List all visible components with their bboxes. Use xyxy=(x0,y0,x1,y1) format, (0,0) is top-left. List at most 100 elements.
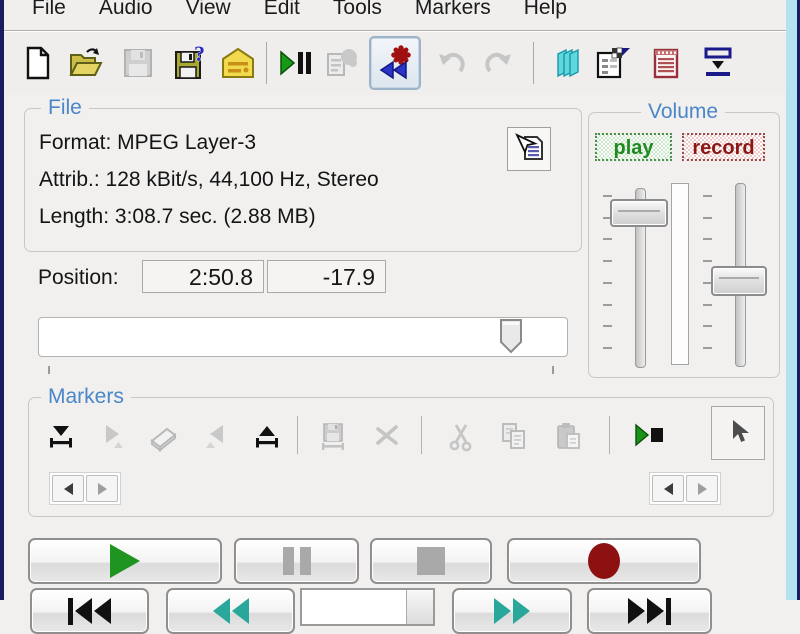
fast-forward-button[interactable] xyxy=(452,588,572,634)
markers-groupbox: Markers xyxy=(28,385,774,517)
batch-list-button[interactable] xyxy=(218,41,258,85)
file-group-legend: File xyxy=(41,96,89,120)
forward-teal-icon xyxy=(494,598,511,624)
file-length-line: Length: 3:08.7 sec. (2.88 MB) xyxy=(39,205,316,228)
id3-notepad-button[interactable] xyxy=(646,41,686,85)
window-border-left xyxy=(0,0,4,600)
end-bar-icon xyxy=(666,597,671,625)
paste-button xyxy=(551,418,587,454)
play-pause-icon xyxy=(280,50,311,76)
delete-x-icon-disabled xyxy=(376,425,398,445)
play-pause-button[interactable] xyxy=(275,41,315,85)
menu-markers[interactable]: Markers xyxy=(415,0,491,22)
position-label: Position: xyxy=(38,266,119,289)
dock-bottom-icon xyxy=(704,47,732,76)
nudge-left-button[interactable] xyxy=(652,475,684,502)
play-button[interactable] xyxy=(28,538,222,584)
right-triangle-icon xyxy=(97,482,107,495)
record-button[interactable] xyxy=(507,538,701,584)
file-info-button[interactable] xyxy=(507,127,551,171)
marker-drop-icon xyxy=(50,426,72,448)
prev-marker-icon-disabled xyxy=(206,425,223,448)
save-selection-button xyxy=(315,418,351,454)
record-volume-slider-thumb[interactable] xyxy=(711,266,767,296)
file-info-cursor-icon xyxy=(515,133,543,160)
volume-groupbox: Volume play record xyxy=(588,100,780,378)
open-folder-icon xyxy=(69,48,103,76)
nudge-right-button[interactable] xyxy=(86,475,118,502)
left-triangle-icon xyxy=(663,482,673,495)
erase-marker-button xyxy=(146,418,182,454)
rewind-button[interactable] xyxy=(166,588,295,634)
red-notepad-icon xyxy=(653,48,679,79)
menu-file[interactable]: File xyxy=(32,0,66,22)
prev-marker-button xyxy=(198,418,234,454)
settings-button[interactable] xyxy=(592,41,632,85)
position-level-field[interactable]: -17.9 xyxy=(267,260,386,293)
menu-tools[interactable]: Tools xyxy=(333,0,382,22)
copy-icon-disabled xyxy=(502,423,525,449)
scissors-icon-disabled xyxy=(449,424,472,452)
menu-view[interactable]: View xyxy=(186,0,231,22)
main-panel: File Format: MPEG Layer-3 Attrib.: 128 k… xyxy=(4,94,786,634)
nudge-right-button[interactable] xyxy=(686,475,718,502)
toolbar-separator xyxy=(533,42,534,84)
add-marker-button[interactable] xyxy=(43,418,79,454)
position-slider-thumb[interactable] xyxy=(498,318,524,360)
rewind-teal-icon xyxy=(212,598,230,624)
menu-bar: File Audio View Edit Tools Markers Help xyxy=(4,0,786,31)
right-triangle-icon xyxy=(697,482,707,495)
svg-text:?: ? xyxy=(194,44,205,66)
volume-group-legend: Volume xyxy=(641,100,726,124)
new-file-button[interactable] xyxy=(18,41,58,85)
cursor-mode-button[interactable] xyxy=(711,406,765,460)
file-attrib-line: Attrib.: 128 kBit/s, 44,100 Hz, Stereo xyxy=(39,168,379,191)
save-floppy-icon-disabled xyxy=(124,49,152,77)
cyan-layers-icon xyxy=(557,48,579,78)
undo-icon-disabled xyxy=(439,52,465,73)
menu-audio[interactable]: Audio xyxy=(99,0,153,22)
pause-icon xyxy=(299,547,311,575)
position-time-field[interactable]: 2:50.8 xyxy=(142,260,264,293)
record-icon xyxy=(588,543,620,579)
save-as-floppy-question-icon: ? xyxy=(175,44,205,79)
stop-icon xyxy=(417,547,445,575)
next-marker-icon-disabled xyxy=(106,425,123,448)
window-border-right xyxy=(786,0,797,600)
file-format-line: Format: MPEG Layer-3 xyxy=(39,131,257,154)
redo-icon-disabled xyxy=(485,52,511,73)
menu-help[interactable]: Help xyxy=(524,0,567,22)
slider-end-tick xyxy=(48,366,50,374)
file-properties-button xyxy=(321,41,361,85)
vu-meter-button[interactable] xyxy=(548,41,588,85)
forward-triangle-icon xyxy=(628,598,645,624)
pause-button[interactable] xyxy=(234,538,359,584)
record-rewind-icon xyxy=(379,45,411,80)
skip-to-end-button[interactable] xyxy=(587,588,712,634)
combo-dropdown-button[interactable] xyxy=(406,590,433,624)
skip-to-start-button[interactable] xyxy=(30,588,149,634)
markers-separator xyxy=(297,416,298,454)
play-volume-slider-thumb[interactable] xyxy=(610,199,668,227)
save-as-button[interactable]: ? xyxy=(170,41,210,85)
main-toolbar: ? xyxy=(4,31,786,95)
forward-triangle-icon xyxy=(647,598,664,624)
delete-selection-button xyxy=(369,418,405,454)
start-bar-icon xyxy=(68,597,73,625)
dock-layout-button[interactable] xyxy=(698,41,738,85)
nudge-left-button[interactable] xyxy=(52,475,84,502)
play-selection-button[interactable] xyxy=(631,418,667,454)
open-file-button[interactable] xyxy=(66,41,106,85)
menu-edit[interactable]: Edit xyxy=(264,0,300,22)
speed-combo[interactable] xyxy=(300,588,435,626)
eraser-icon-disabled xyxy=(150,427,177,452)
position-slider-track[interactable] xyxy=(38,317,568,357)
pop-marker-button[interactable] xyxy=(249,418,285,454)
arrow-cursor-icon xyxy=(733,420,749,442)
undo-button xyxy=(431,41,471,85)
play-to-end-icon xyxy=(635,423,663,447)
rewind-triangle-icon xyxy=(94,598,111,624)
file-groupbox: File Format: MPEG Layer-3 Attrib.: 128 k… xyxy=(24,96,582,252)
record-rewind-button[interactable] xyxy=(369,36,421,90)
stop-button[interactable] xyxy=(370,538,492,584)
